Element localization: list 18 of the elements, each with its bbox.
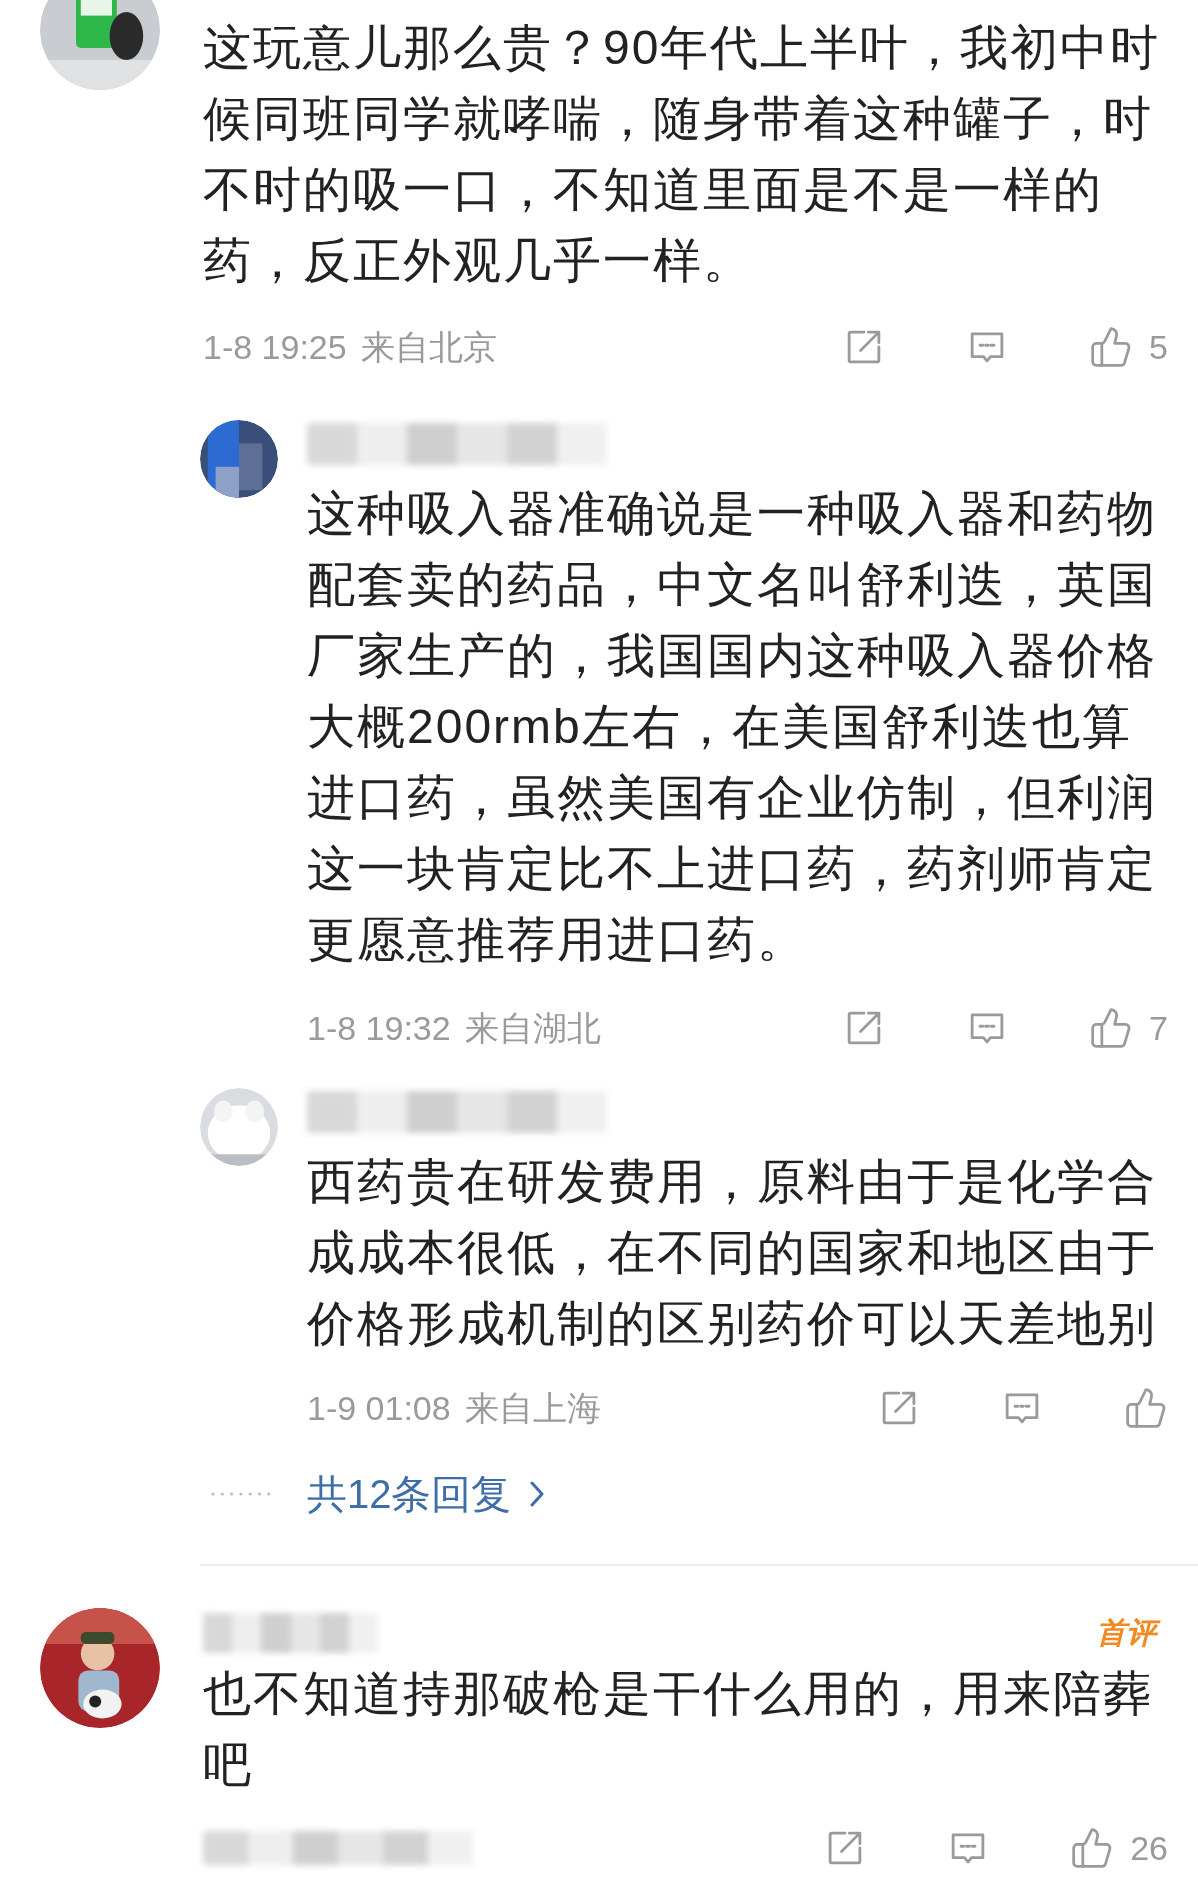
comment-time: 1-8 19:25 [203,326,347,368]
dotted-line-icon [210,1491,272,1497]
comment-text: 也不知道持那破枪是干什么用的，用来陪葬吧 [203,1666,1154,1793]
like-icon[interactable] [1124,1386,1168,1430]
reply-text: 这种吸入器准确说是一种吸入器和药物配套卖的药品，中文名叫舒利迭，英国厂家生产的，我国国内这种吸入器价格大概200rmb左右，在美国舒利迭也算进口药，虽然美国有企业仿制，但利润这一块肯定比不上进口药，药剂师肯定更愿意推荐用进口药。 [307,486,1158,968]
reply-text: 西药贵在研发费用，原料由于是化学合成成本很低，在不同的国家和地区由于价格形成机制的区别药价可以天差地别 [307,1154,1158,1352]
comment-location: 来自北京 [360,326,497,368]
like-count: 5 [1149,326,1168,368]
comment-time: 1-8 19:32 [307,1007,451,1049]
like-count: 7 [1149,1007,1168,1049]
comment-time: 1-9 01:08 [307,1387,451,1429]
comment-text: 这玩意儿那么贵？90年代上半叶，我初中时候同班同学就哮喘，随身带着这种罐子，时不时的吸一口，不知道里面是不是一样的药，反正外观几乎一样。 [203,20,1162,289]
first-comment-label: 首评 [1096,1613,1164,1653]
chevron-icon [529,1481,544,1507]
comment-location: 来自湖北 [464,1007,601,1049]
comment-location: 来自上海 [464,1387,601,1429]
like-count: 26 [1130,1827,1168,1869]
more-replies-link[interactable]: 共12条回复 [307,1464,544,1524]
